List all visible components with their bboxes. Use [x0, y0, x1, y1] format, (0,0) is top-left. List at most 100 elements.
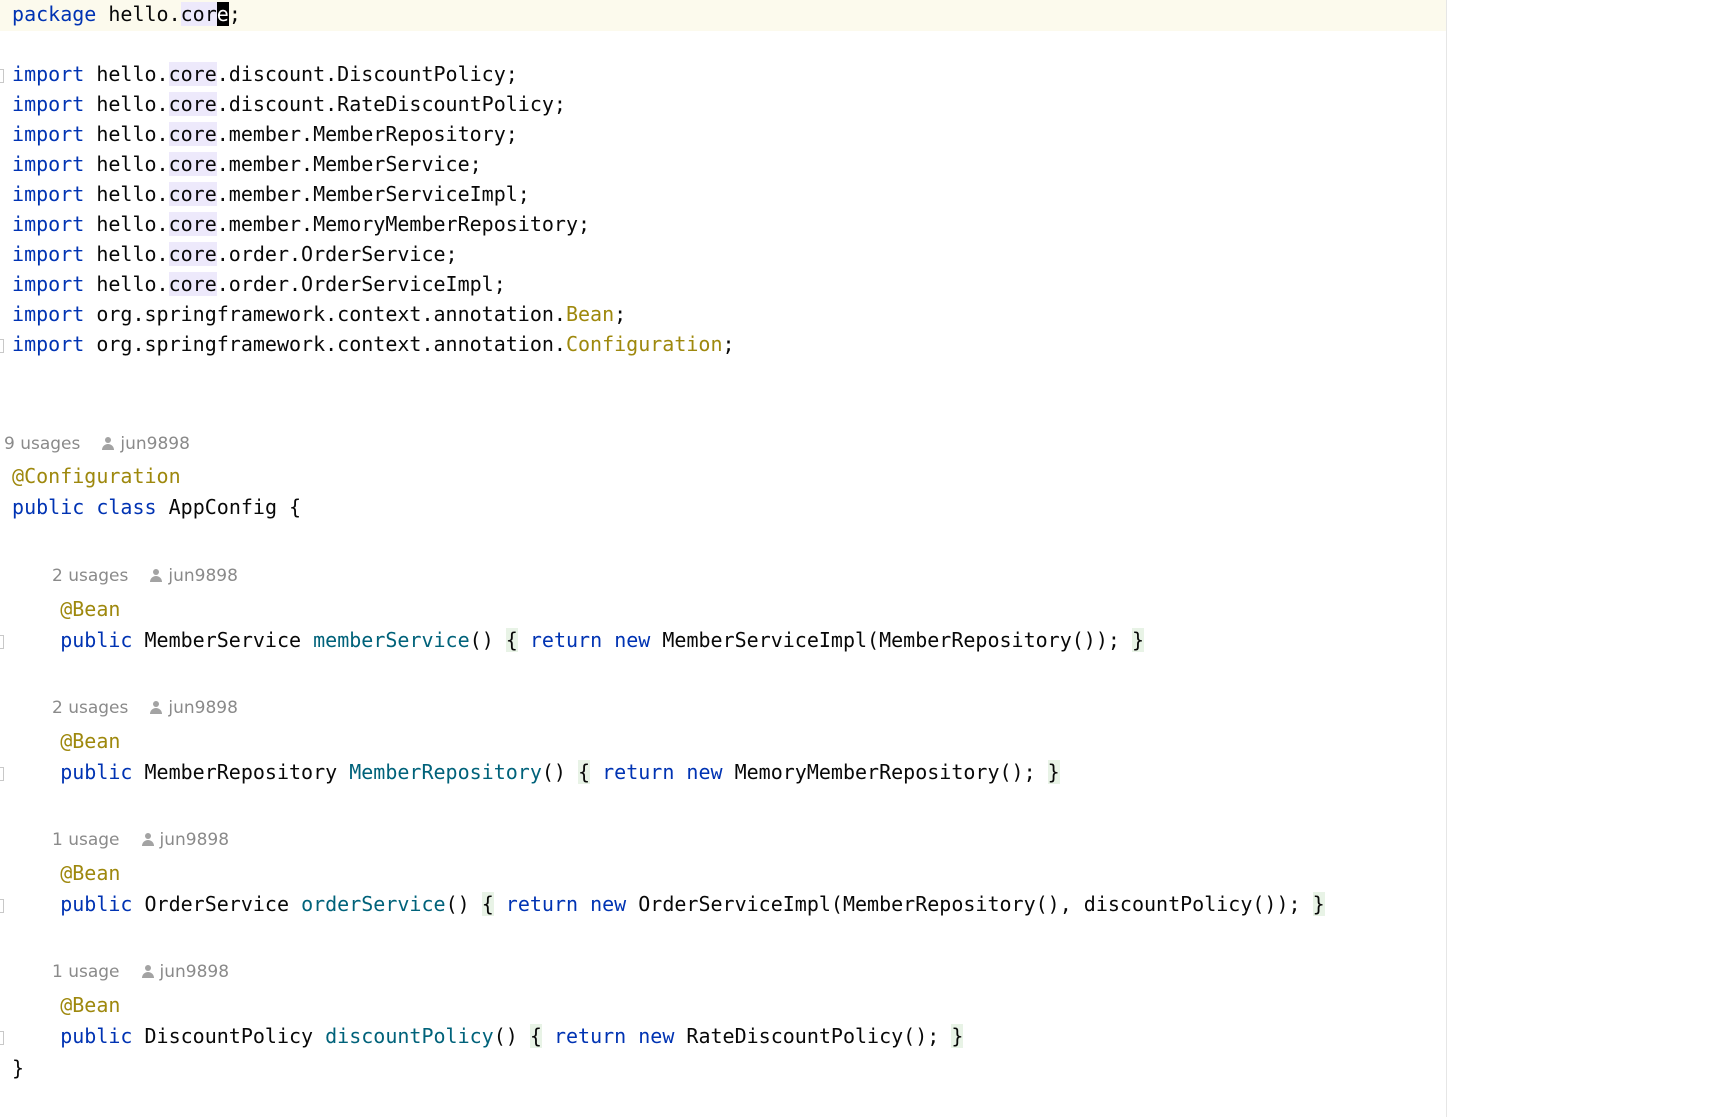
code-editor[interactable]: package hello.core; import hello.core.di…: [0, 0, 1721, 1117]
return-keyword: return: [529, 628, 603, 652]
bean-annotation: @Bean: [60, 861, 121, 885]
code-line-bean-annotation[interactable]: @Bean: [0, 857, 1446, 890]
code-line-method[interactable]: public MemberRepository MemberRepository…: [0, 756, 1446, 789]
code-line-class-declaration[interactable]: public class AppConfig {: [0, 491, 1446, 524]
class-usages-hint[interactable]: 9 usages jun9898: [4, 428, 190, 461]
code-line-import[interactable]: import hello.core.member.MemberServiceIm…: [0, 178, 1446, 211]
import-path-prefix: hello.: [96, 212, 169, 236]
code-line-import[interactable]: import hello.core.order.OrderService;: [0, 238, 1446, 271]
import-path-rest: .discount.RateDiscountPolicy;: [216, 92, 566, 116]
import-path-rest: .order.OrderServiceImpl;: [216, 272, 506, 296]
usages-count[interactable]: 2 usages: [52, 698, 128, 718]
import-path-prefix: hello.: [96, 242, 169, 266]
code-line-import[interactable]: import hello.core.discount.RateDiscountP…: [0, 88, 1446, 121]
import-path-highlight: core: [168, 122, 217, 146]
class-name: AppConfig: [168, 495, 277, 519]
author-name[interactable]: jun9898: [160, 830, 230, 850]
code-line-bean-annotation[interactable]: @Bean: [0, 989, 1446, 1022]
public-keyword: public: [60, 1024, 133, 1048]
public-keyword: public: [60, 892, 133, 916]
person-icon: [141, 965, 154, 978]
import-path-prefix: org.springframework.context.annotation.: [96, 302, 566, 326]
author-name[interactable]: jun9898: [168, 566, 238, 586]
code-line-import[interactable]: import hello.core.member.MemberService;: [0, 148, 1446, 181]
method-name: orderService: [301, 892, 446, 916]
public-keyword: public: [60, 628, 133, 652]
code-line-package[interactable]: package hello.core;: [0, 0, 1446, 31]
return-type: OrderService: [144, 892, 290, 916]
usages-count[interactable]: 2 usages: [52, 566, 128, 586]
code-line-method[interactable]: public DiscountPolicy discountPolicy() {…: [0, 1020, 1446, 1053]
return-type: DiscountPolicy: [144, 1024, 314, 1048]
import-path-highlight: core: [168, 272, 217, 296]
import-semicolon: ;: [614, 302, 627, 326]
method-body: RateDiscountPolicy();: [686, 1024, 940, 1048]
code-line-import[interactable]: import hello.core.member.MemoryMemberRep…: [0, 208, 1446, 241]
right-margin-guide: [1446, 0, 1447, 1117]
package-name-prefix: hello.: [108, 2, 181, 26]
folded-open-brace[interactable]: {: [481, 892, 494, 916]
import-keyword: import: [12, 122, 85, 146]
import-path-rest: .member.MemberService;: [216, 152, 482, 176]
configuration-annotation: @Configuration: [12, 464, 181, 488]
bean-annotation: @Bean: [60, 993, 121, 1017]
code-line-import[interactable]: import hello.core.member.MemberRepositor…: [0, 118, 1446, 151]
import-keyword: import: [12, 152, 85, 176]
folded-open-brace[interactable]: {: [505, 628, 518, 652]
folded-open-brace[interactable]: {: [529, 1024, 542, 1048]
method-name: memberService: [313, 628, 470, 652]
usages-count[interactable]: 9 usages: [4, 434, 80, 454]
code-line-import[interactable]: import org.springframework.context.annot…: [0, 328, 1446, 361]
method-params: (): [469, 628, 494, 652]
bean-annotation: @Bean: [60, 729, 121, 753]
person-icon: [141, 833, 154, 846]
import-path-prefix: hello.: [96, 182, 169, 206]
method-usages-hint[interactable]: 1 usage jun9898: [52, 956, 229, 989]
public-keyword: public: [12, 495, 85, 519]
import-path-highlight: core: [168, 62, 217, 86]
return-type: MemberService: [144, 628, 302, 652]
import-path-highlight: core: [168, 92, 217, 116]
code-line-class-close[interactable]: }: [0, 1052, 1446, 1085]
author-name[interactable]: jun9898: [160, 962, 230, 982]
import-keyword: import: [12, 92, 85, 116]
folded-close-brace[interactable]: }: [1047, 760, 1060, 784]
folded-close-brace[interactable]: }: [1312, 892, 1325, 916]
import-keyword: import: [12, 212, 85, 236]
package-keyword: package: [12, 2, 97, 26]
code-line-import[interactable]: import org.springframework.context.annot…: [0, 298, 1446, 331]
return-keyword: return: [505, 892, 579, 916]
method-name: MemberRepository: [349, 760, 542, 784]
code-line-method[interactable]: public OrderService orderService() { ret…: [0, 888, 1446, 921]
method-usages-hint[interactable]: 2 usages jun9898: [52, 560, 238, 593]
person-icon: [102, 437, 115, 450]
import-path-highlight: core: [168, 182, 217, 206]
author-name[interactable]: jun9898: [168, 698, 238, 718]
method-params: (): [493, 1024, 518, 1048]
public-keyword: public: [60, 760, 133, 784]
folded-open-brace[interactable]: {: [578, 760, 591, 784]
method-body: OrderServiceImpl(MemberRepository(), dis…: [638, 892, 1301, 916]
usages-count[interactable]: 1 usage: [52, 830, 120, 850]
bean-annotation: @Bean: [60, 597, 121, 621]
usages-count[interactable]: 1 usage: [52, 962, 120, 982]
code-line-import[interactable]: import hello.core.order.OrderServiceImpl…: [0, 268, 1446, 301]
code-line-bean-annotation[interactable]: @Bean: [0, 593, 1446, 626]
method-usages-hint[interactable]: 1 usage jun9898: [52, 824, 229, 857]
import-class-configuration: Configuration: [565, 332, 723, 356]
folded-close-brace[interactable]: }: [951, 1024, 964, 1048]
folded-close-brace[interactable]: }: [1131, 628, 1145, 652]
person-icon: [150, 701, 163, 714]
import-keyword: import: [12, 332, 85, 356]
code-line-method[interactable]: public MemberService memberService() { r…: [0, 624, 1446, 657]
import-path-prefix: hello.: [96, 152, 169, 176]
method-usages-hint[interactable]: 2 usages jun9898: [52, 692, 238, 725]
person-icon: [150, 569, 163, 582]
code-line-import[interactable]: import hello.core.discount.DiscountPolic…: [0, 58, 1446, 91]
code-line-bean-annotation[interactable]: @Bean: [0, 725, 1446, 758]
code-line-class-annotation[interactable]: @Configuration: [0, 460, 1446, 493]
return-type: MemberRepository: [144, 760, 338, 784]
method-params: (): [445, 892, 470, 916]
author-name[interactable]: jun9898: [120, 434, 190, 454]
new-keyword: new: [686, 760, 723, 784]
